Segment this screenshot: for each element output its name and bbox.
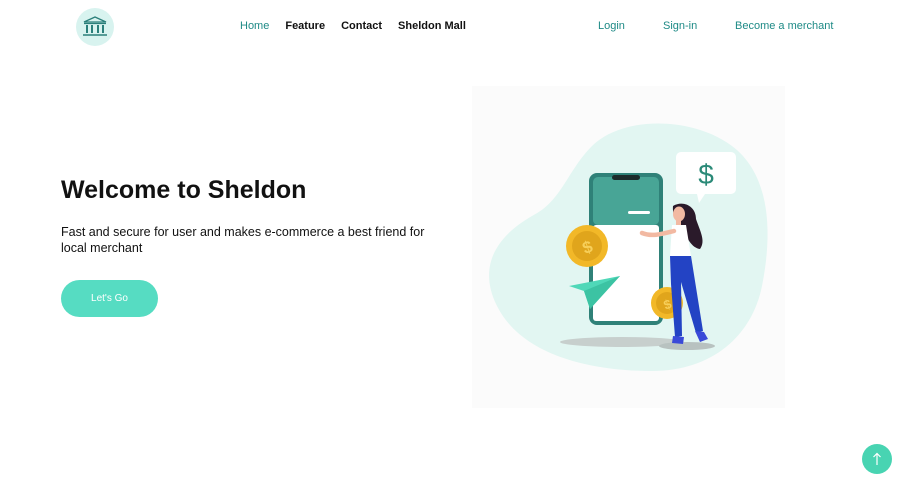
lets-go-button[interactable]: Let's Go <box>61 280 158 317</box>
sign-in-link[interactable]: Sign-in <box>663 20 697 32</box>
login-link[interactable]: Login <box>598 20 625 32</box>
nav-feature-link[interactable]: Feature <box>285 20 325 32</box>
become-merchant-link[interactable]: Become a merchant <box>735 20 833 32</box>
nav-contact-link[interactable]: Contact <box>341 20 382 32</box>
phone-notch <box>612 175 640 180</box>
nav-sheldon-mall-link[interactable]: Sheldon Mall <box>398 20 466 32</box>
page: Home Feature Contact Sheldon Mall Login … <box>0 0 916 491</box>
scroll-top-button[interactable] <box>862 444 892 474</box>
payment-illustration: $ $ $ <box>489 123 768 371</box>
nav-home-link[interactable]: Home <box>240 20 269 32</box>
woman-shadow <box>659 342 715 350</box>
hero-illustration: $ $ $ <box>472 86 785 408</box>
arrow-up-icon <box>873 452 881 465</box>
phone-screen-top <box>593 177 659 225</box>
logo-bank-icon[interactable] <box>76 8 114 46</box>
speech-bubble-dollar: $ <box>698 159 714 190</box>
main-nav: Home Feature Contact Sheldon Mall <box>240 20 466 32</box>
phone-bar <box>628 211 650 214</box>
hero-title: Welcome to Sheldon <box>61 176 307 204</box>
hero-subtitle: Fast and secure for user and makes e-com… <box>61 225 425 255</box>
bank-icon <box>83 16 107 36</box>
